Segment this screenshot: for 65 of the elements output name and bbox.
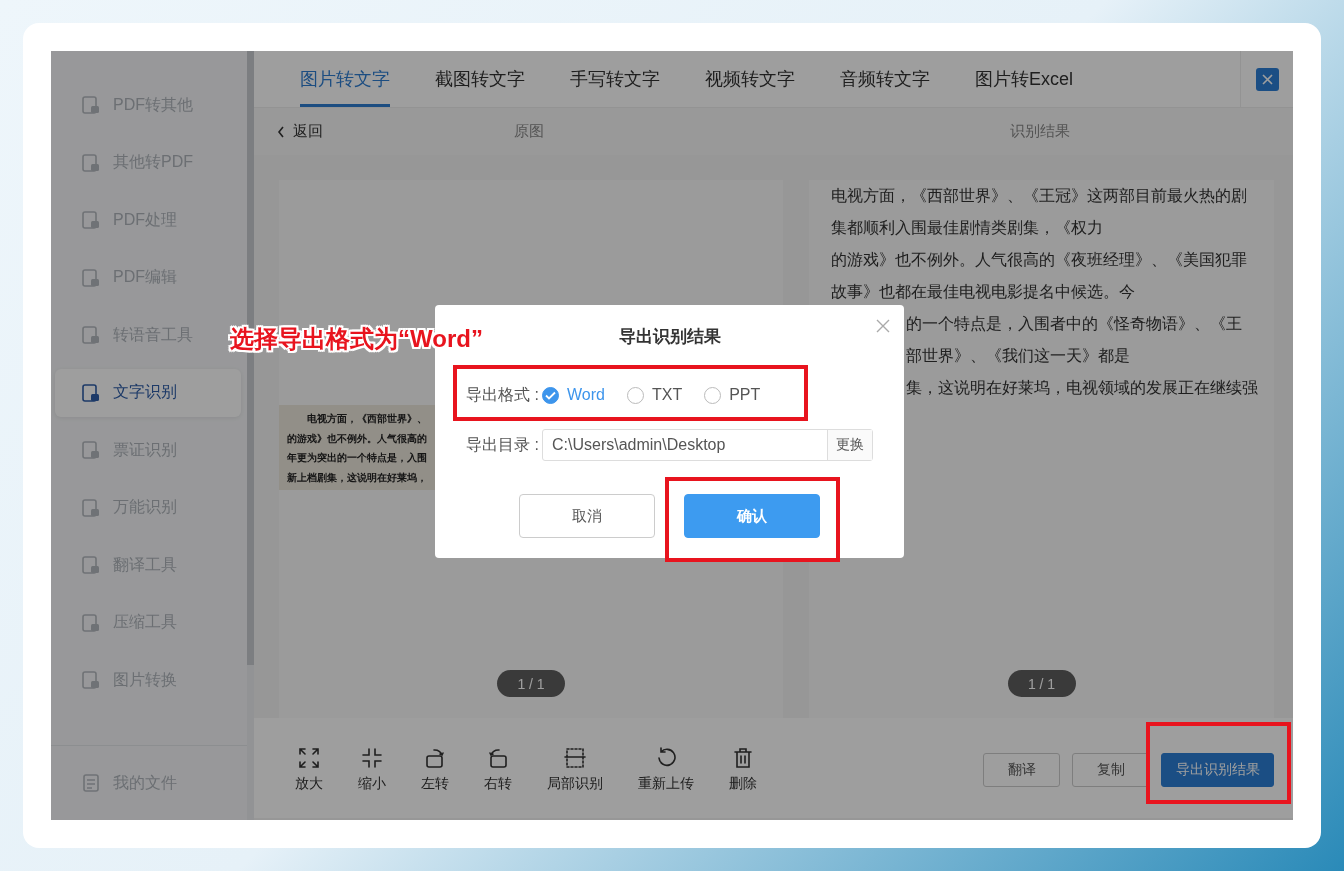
shrink-icon [361,747,383,769]
export-button[interactable]: 导出识别结果 [1161,753,1274,787]
radio-option[interactable]: PPT [704,386,761,404]
action-button[interactable]: 翻译 [983,753,1060,787]
page-indicator: 1 / 1 [1007,670,1076,697]
scan-text-line: 年更为突出的一个特点是，入围 [287,451,427,465]
result-text-line: 集，这说明在好莱坞，电视领域的发展正在继续强 [906,379,1258,396]
cancel-button[interactable]: 取消 [519,494,655,538]
document-icon [81,497,101,518]
document-icon [81,210,101,230]
tab[interactable]: 音频转文字 [840,51,930,107]
radio-button[interactable] [542,386,559,404]
close-icon [1262,73,1273,85]
page-indicator: 1 / 1 [497,670,565,697]
toolbar-button[interactable]: 重新上传 [638,747,694,793]
close-button[interactable] [1256,67,1279,91]
result-text-line: 部世界》、《我们这一天》都是 [906,347,1130,364]
radio-option[interactable]: Word [542,386,605,404]
result-text-line: 电视方面，《西部世界》、《王冠》这两部目前最火热的剧 [831,186,1248,206]
toolbar-button[interactable]: 右转 [484,747,512,793]
field-label: 导出格式 : [466,384,540,405]
tab[interactable]: 图片转Excel [975,51,1073,107]
crop-icon [564,747,586,769]
document-icon [81,773,101,793]
tab[interactable]: 手写转文字 [570,51,660,107]
result-text-line: 故事》也都在最佳电视电影提名中候选。今 [831,282,1136,302]
sidebar-item[interactable]: 文字识别 [55,368,241,417]
toolbar-button[interactable]: 缩小 [358,747,386,793]
document-icon [81,670,101,690]
document-icon [81,325,101,345]
back-link[interactable]: 返回 [277,122,323,141]
result-text-line: 的游戏》也不例外。人气很高的《夜班经理》、《美国犯罪 [831,250,1248,270]
toolbar-button[interactable]: 左转 [421,747,449,793]
panel-title: 识别结果 [1009,122,1070,139]
scan-text-line: 的游戏》也不例外。人气很高的 [287,431,427,446]
document-icon [81,555,101,575]
chevron-left-icon [277,125,285,138]
document-icon [81,382,101,403]
document-icon [81,95,101,115]
toolbar-button[interactable]: 放大 [295,747,323,793]
tab[interactable]: 截图转文字 [435,51,525,107]
expand-icon [298,747,320,769]
result-text-line: 集都顺利入围最佳剧情类剧集，《权力 [831,218,1104,238]
result-text-line: 的一个特点是，入围者中的《怪奇物语》、《王 [906,315,1242,332]
scan-text-line: 电视方面，《西部世界》、 [307,412,427,426]
rotate-right-icon [487,747,509,769]
reload-icon [655,747,677,769]
toolbar-button[interactable]: 局部识别 [547,747,603,793]
annotation-label: 选择导出格式为“Word” [230,324,483,354]
toolbar-button[interactable]: 删除 [729,747,757,793]
document-icon [81,152,101,173]
tab[interactable]: 视频转文字 [705,51,795,107]
rotate-left-icon [424,747,446,769]
close-icon [876,319,890,333]
check-icon [545,390,556,400]
close-button[interactable] [876,319,890,333]
document-icon [81,267,101,288]
document-icon [81,440,101,460]
delete-icon [732,747,754,769]
document-icon [81,612,101,633]
radio-option[interactable]: TXT [626,386,683,404]
field-label: 导出目录 : [466,434,540,455]
scan-text-line: 新上档剧集，这说明在好莱坞， [287,470,427,485]
action-button[interactable]: 复制 [1072,753,1149,787]
panel-title: 原图 [514,122,544,141]
